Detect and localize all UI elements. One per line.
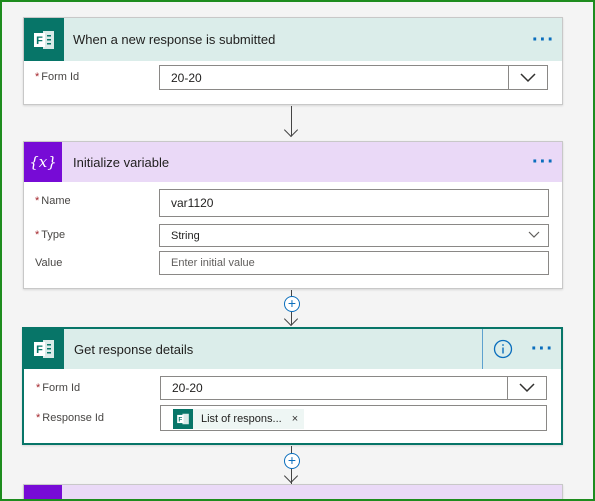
chevron-down-icon[interactable] <box>507 376 547 400</box>
token-label: List of respons... <box>201 413 282 425</box>
trigger-title: When a new response is submitted <box>73 32 276 47</box>
init-variable-menu-button[interactable]: ··· <box>532 152 555 172</box>
arrow-down-icon <box>283 122 299 138</box>
get-response-form-id-label: * Form Id <box>36 382 81 394</box>
get-response-menu-button[interactable]: ··· <box>531 339 554 359</box>
trigger-form-id-label: * Form Id <box>35 71 80 83</box>
next-action-card[interactable] <box>23 484 563 501</box>
chevron-down-icon[interactable] <box>508 65 548 90</box>
arrow-down-icon <box>283 311 299 327</box>
response-id-input[interactable]: F List of respons... × <box>160 405 547 431</box>
get-response-card[interactable]: F Get response details ··· * Form Id 20-2… <box>22 327 563 445</box>
svg-text:F: F <box>178 416 182 423</box>
init-variable-title: Initialize variable <box>73 155 170 170</box>
dynamic-content-token[interactable]: F List of respons... × <box>173 409 305 429</box>
init-variable-card[interactable]: {x} Initialize variable ··· * Name var112… <box>23 141 563 289</box>
response-id-label: * Response Id <box>36 412 105 424</box>
arrow-down-icon <box>283 468 299 484</box>
forms-icon: F <box>24 329 64 369</box>
trigger-card[interactable]: F When a new response is submitted ··· *… <box>23 17 563 105</box>
variable-value-input[interactable]: Enter initial value <box>159 251 549 275</box>
forms-icon: F <box>24 18 64 61</box>
trigger-form-id-dropdown[interactable]: 20-20 <box>159 65 548 90</box>
chevron-down-icon[interactable] <box>528 230 540 242</box>
value-label: Value <box>35 257 63 269</box>
header-divider <box>482 329 483 369</box>
get-response-title: Get response details <box>74 342 194 357</box>
variable-type-dropdown[interactable]: String <box>159 224 549 247</box>
variable-name-input[interactable]: var1120 <box>159 189 549 217</box>
info-icon[interactable] <box>493 339 513 364</box>
get-response-form-id-dropdown[interactable]: 20-20 <box>160 376 547 400</box>
insert-step-button[interactable]: + <box>284 453 300 469</box>
trigger-card-header[interactable]: F When a new response is submitted ··· <box>24 18 562 61</box>
insert-step-button[interactable]: + <box>284 296 300 312</box>
get-response-card-header[interactable]: F Get response details ··· <box>24 329 561 369</box>
token-remove-button[interactable]: × <box>292 413 298 425</box>
variable-icon: {x} <box>24 142 62 182</box>
init-variable-card-header[interactable]: {x} Initialize variable ··· <box>24 142 562 182</box>
trigger-menu-button[interactable]: ··· <box>532 30 555 50</box>
svg-text:F: F <box>36 35 43 47</box>
trigger-form-id-value: 20-20 <box>171 70 202 85</box>
type-label: * Type <box>35 229 66 241</box>
name-label: * Name <box>35 195 71 207</box>
variable-icon <box>24 485 62 501</box>
forms-icon: F <box>173 409 193 429</box>
svg-text:F: F <box>36 344 43 356</box>
